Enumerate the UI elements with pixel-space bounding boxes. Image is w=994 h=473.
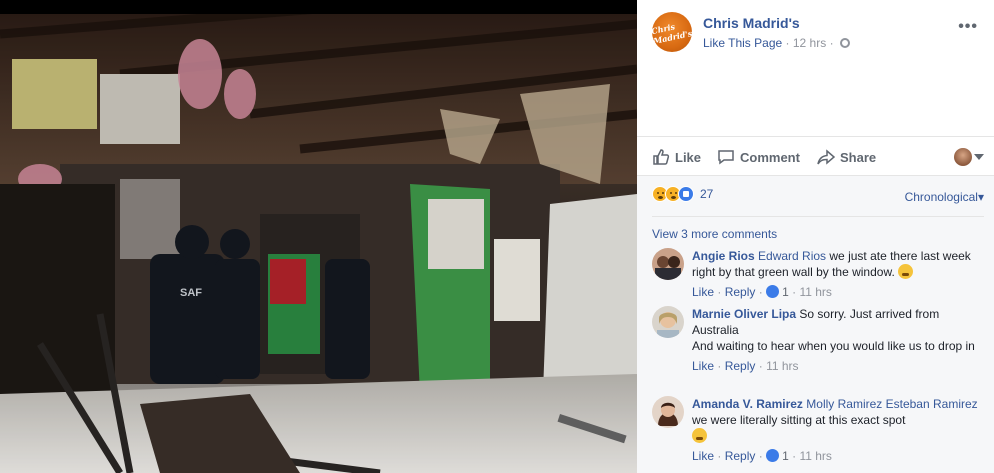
footer-separator: ·: [758, 285, 767, 299]
comment-label: Comment: [740, 149, 800, 165]
comments-section: 27 Chronological▾ View 3 more comments A…: [637, 176, 994, 473]
footer-separator: ·: [717, 285, 725, 299]
comment-body: Angie Rios Edward Rios we just ate there…: [692, 248, 986, 300]
globe-icon: [839, 38, 850, 48]
comment-text: And waiting to hear when you would like …: [692, 339, 975, 353]
thumbs-up-icon: [653, 149, 670, 165]
avatar-photo: [652, 248, 684, 280]
like-label: Like: [675, 149, 702, 165]
emoji-line: [692, 428, 986, 444]
meta-separator: ·: [829, 36, 837, 50]
comment-body: Marnie Oliver Lipa So sorry. Just arrive…: [692, 306, 986, 374]
comment-reaction-count[interactable]: 1: [782, 449, 789, 463]
grimace-emoji-icon: [898, 264, 914, 279]
comment-button[interactable]: Comment: [717, 146, 800, 168]
comment-reply-link[interactable]: Reply: [725, 359, 756, 373]
comment-item: Angie Rios Edward Rios we just ate there…: [652, 248, 982, 299]
meta-separator: ·: [785, 36, 793, 50]
photo-viewer: SAF: [0, 0, 637, 473]
post-photo[interactable]: SAF: [0, 14, 637, 473]
post-header: Chris Madrid's Chris Madrid's Like This …: [650, 12, 982, 56]
page-name-link[interactable]: Chris Madrid's: [703, 15, 800, 31]
share-button[interactable]: Share: [817, 146, 876, 168]
avatar-photo: [652, 396, 684, 428]
comment-reaction-count[interactable]: 1: [782, 285, 789, 299]
avatar-photo: [652, 306, 684, 338]
comment-timestamp[interactable]: 11 hrs: [799, 449, 831, 463]
share-arrow-icon: [817, 149, 835, 165]
view-more-comments-link[interactable]: View 3 more comments: [652, 227, 777, 241]
post-side-panel: Chris Madrid's Chris Madrid's Like This …: [637, 0, 994, 473]
share-label: Share: [840, 149, 877, 165]
commenter-avatar[interactable]: [652, 306, 684, 338]
page-logo-text: Chris Madrid's: [650, 21, 694, 46]
grimace-emoji-icon: [692, 428, 707, 443]
commenter-avatar[interactable]: [652, 396, 684, 428]
footer-separator: ·: [758, 449, 767, 463]
commenter-avatar[interactable]: [652, 248, 684, 280]
comment-reply-link[interactable]: Reply: [725, 449, 756, 463]
viewer-avatar[interactable]: [954, 148, 972, 166]
comment-sort-dropdown[interactable]: Chronological▾: [905, 190, 984, 204]
comment-text: we were literally sitting at this exact …: [692, 413, 906, 427]
more-options-icon[interactable]: •••: [958, 18, 978, 36]
comment-like-link[interactable]: Like: [692, 359, 714, 373]
post-timestamp[interactable]: 12 hrs: [793, 36, 826, 50]
comment-author[interactable]: Angie Rios: [692, 249, 755, 263]
reactions-summary[interactable]: 27: [652, 186, 713, 202]
sort-label: Chronological: [904, 190, 978, 204]
comment-author[interactable]: Amanda V. Ramirez: [692, 397, 803, 411]
sort-caret-icon: ▾: [977, 190, 984, 204]
comment-reply-link[interactable]: Reply: [725, 285, 756, 299]
like-button[interactable]: Like: [652, 146, 701, 168]
footer-separator: ·: [717, 359, 725, 373]
post-actions-bar: Like Comment Share: [637, 136, 994, 176]
comment-item: Amanda V. Ramirez Molly Ramirez Esteban …: [652, 396, 982, 466]
like-reaction-icon: [766, 285, 780, 298]
reaction-count[interactable]: 27: [700, 187, 713, 201]
post-meta: Like This Page · 12 hrs ·: [703, 36, 850, 50]
chevron-down-icon[interactable]: [974, 154, 984, 160]
comment-footer: Like · Reply · 1 · 11 hrs: [692, 448, 986, 464]
like-page-link[interactable]: Like This Page: [703, 36, 782, 50]
like-reaction-icon: [678, 186, 694, 202]
comment-tag[interactable]: Molly Ramirez Esteban Ramirez: [806, 397, 977, 411]
page-avatar[interactable]: Chris Madrid's: [650, 12, 694, 52]
comment-body: Amanda V. Ramirez Molly Ramirez Esteban …: [692, 396, 986, 464]
comment-timestamp[interactable]: 11 hrs: [799, 285, 831, 299]
comment-item: Marnie Oliver Lipa So sorry. Just arrive…: [652, 306, 982, 390]
comment-tag[interactable]: Edward Rios: [758, 249, 826, 263]
divider: [652, 216, 984, 217]
like-reaction-icon: [766, 449, 780, 462]
comment-footer: Like · Reply · 11 hrs: [692, 358, 986, 374]
comment-author[interactable]: Marnie Oliver Lipa: [692, 307, 796, 321]
comment-timestamp[interactable]: 11 hrs: [766, 359, 798, 373]
comment-like-link[interactable]: Like: [692, 449, 714, 463]
comment-like-link[interactable]: Like: [692, 285, 714, 299]
speech-bubble-icon: [718, 150, 734, 165]
comment-footer: Like · Reply · 1 · 11 hrs: [692, 284, 986, 300]
footer-separator: ·: [758, 359, 767, 373]
footer-separator: ·: [717, 449, 725, 463]
